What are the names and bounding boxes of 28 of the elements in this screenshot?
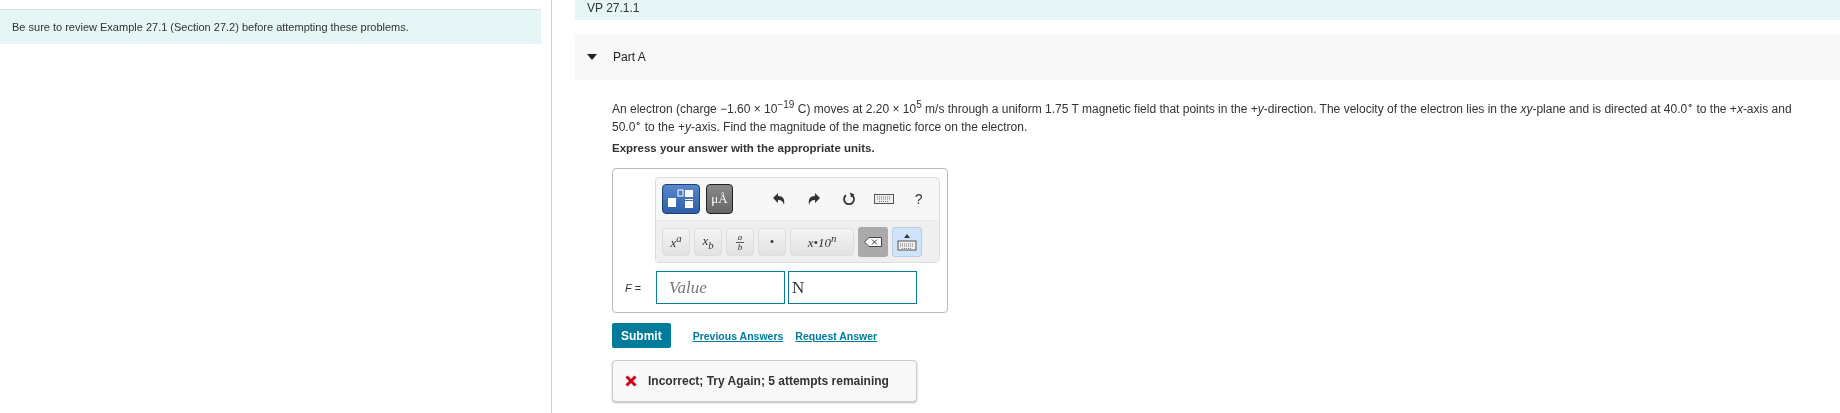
backspace-icon[interactable] [864,237,882,247]
help-button[interactable]: ? [904,191,933,207]
math-key[interactable]: x$_{b}$ [694,228,722,256]
math-key[interactable]: x$^{a}$ [662,228,690,256]
math-key[interactable]: • [758,228,786,256]
keyboard-toggle-icon[interactable] [897,233,917,251]
instruction-text: Express your answer with the appropriate units. [612,142,876,154]
answer-link[interactable]: Previous Answers [692,329,784,342]
unit-field[interactable]: N [788,271,917,304]
fraction-key[interactable]: a b [726,228,754,256]
reset-icon[interactable] [841,192,856,206]
redo-icon[interactable] [806,192,821,206]
problem-title: VP 27.1.1 [575,0,1840,20]
math-key[interactable]: x•10$^{n}$ [790,228,854,256]
templates-button[interactable] [662,184,701,214]
caret-icon[interactable] [587,54,597,60]
submit-button[interactable]: Submit [612,323,671,348]
problem-text: An electron (charge −1.60 × 10$^{−19}$ C) moves at 2.20 × 10$^{5}$ m/s through a uniform 1.75 T magnetic field that points in the +y-direction. The velocity of the electron lies in the xy-plane and is directed at 40.0$^{∘}$ to the +x-axis and 50.0$^{∘}$ to the +y-axis. Find the magnitude of the magnetic force on the electron. [612,98,1793,134]
review-notice: Be sure to review Example 27.1 (Section 27.2) before attempting these problems. [0,9,541,44]
value-field[interactable]: Value [656,271,785,304]
answer-link[interactable]: Request Answer [795,329,878,342]
units-button[interactable]: μÅ [706,184,733,214]
part-title: Part A [613,50,646,64]
feedback-text: Incorrect; Try Again; 5 attempts remaining [648,374,889,388]
part-header[interactable]: Part A [575,34,1840,80]
keyboard-icon[interactable] [873,194,894,204]
answer-label: F = [625,281,643,294]
undo-icon[interactable] [771,192,786,206]
